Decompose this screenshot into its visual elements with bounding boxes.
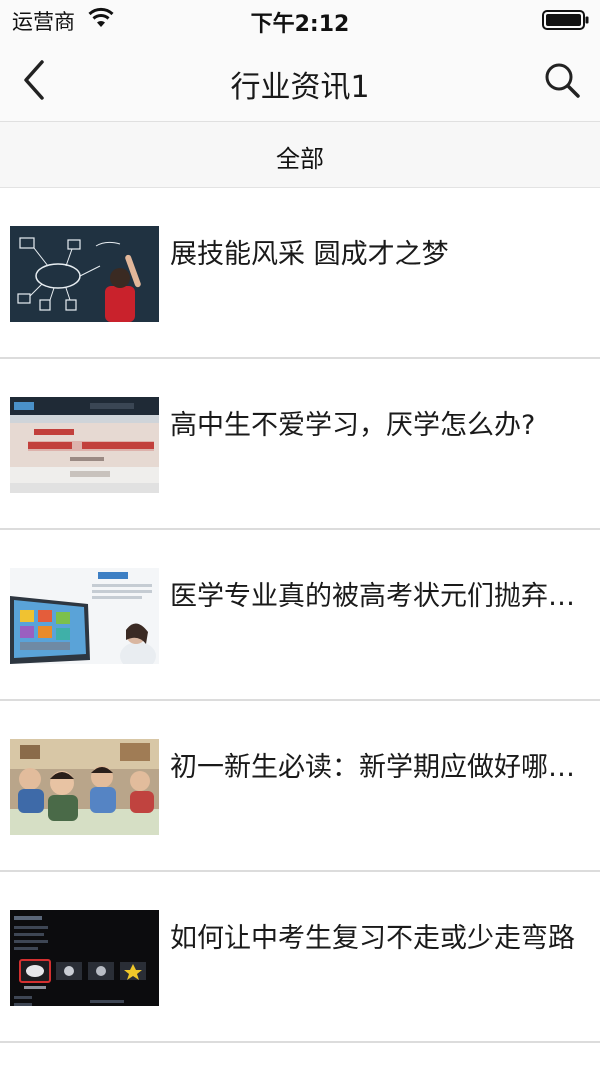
news-item[interactable]: 如何让中考生复习不走或少走弯路 bbox=[0, 872, 600, 1043]
chevron-left-icon bbox=[24, 60, 44, 100]
status-bar: 运营商 下午2:12 bbox=[0, 0, 600, 40]
news-item[interactable]: 展技能风采 圆成才之梦 bbox=[0, 188, 600, 359]
news-title: 医学专业真的被高考状元们抛弃了吗 bbox=[170, 581, 594, 612]
news-thumbnail bbox=[10, 226, 159, 322]
search-icon bbox=[545, 63, 580, 98]
back-button[interactable] bbox=[14, 56, 54, 104]
nav-bar: 行业资讯1 bbox=[0, 40, 600, 122]
news-item[interactable]: 初一新生必读：新学期应做好哪些准备 bbox=[0, 701, 600, 872]
filter-bar: 全部 bbox=[0, 122, 600, 188]
news-title: 初一新生必读：新学期应做好哪些准备 bbox=[170, 752, 594, 783]
status-time: 下午2:12 bbox=[250, 12, 350, 37]
news-list: 展技能风采 圆成才之梦 高中生不爱学习，厌学怎么办? 医学专业真的被高考状元们抛… bbox=[0, 188, 600, 1043]
news-thumbnail bbox=[10, 397, 159, 493]
battery-icon bbox=[542, 10, 589, 30]
news-thumbnail bbox=[10, 739, 159, 835]
news-title: 展技能风采 圆成才之梦 bbox=[170, 239, 449, 270]
page-title: 行业资讯1 bbox=[230, 70, 370, 105]
news-thumbnail bbox=[10, 910, 159, 1006]
filter-tab-all[interactable]: 全部 bbox=[0, 139, 600, 174]
news-item[interactable]: 医学专业真的被高考状元们抛弃了吗 bbox=[0, 530, 600, 701]
news-title: 高中生不爱学习，厌学怎么办? bbox=[170, 410, 536, 441]
news-thumbnail bbox=[10, 568, 159, 664]
news-title: 如何让中考生复习不走或少走弯路 bbox=[170, 923, 575, 954]
news-item[interactable]: 高中生不爱学习，厌学怎么办? bbox=[0, 359, 600, 530]
search-button[interactable] bbox=[542, 60, 582, 100]
